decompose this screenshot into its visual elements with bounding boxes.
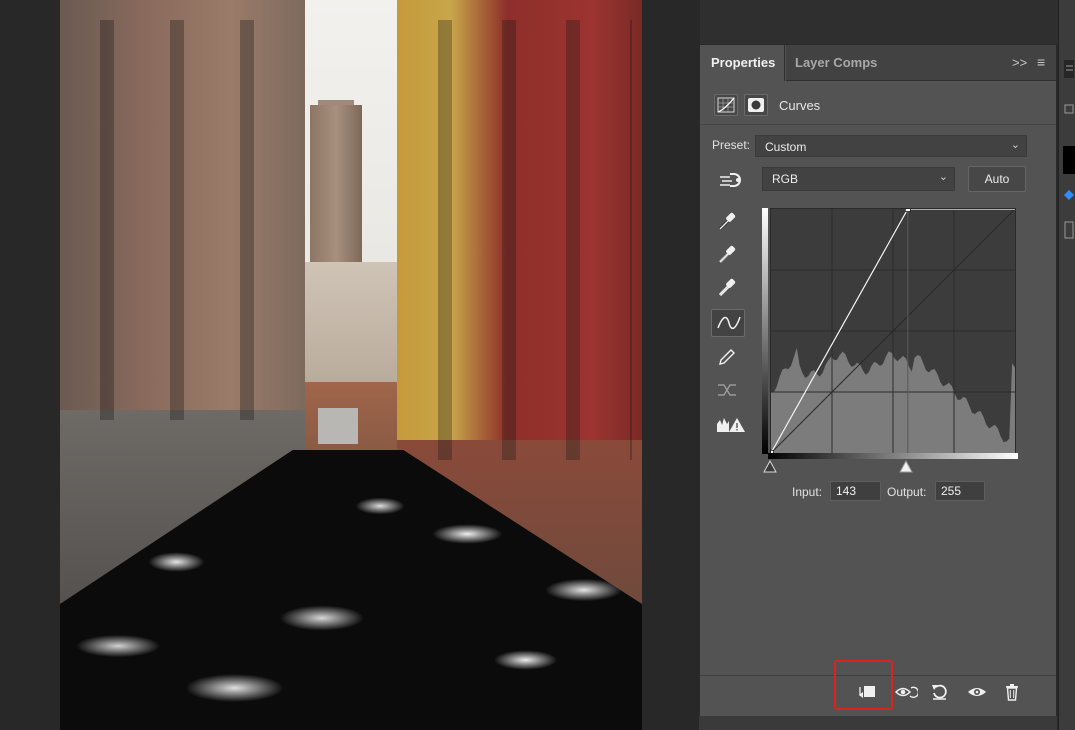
curves-adjustment-icon[interactable] <box>714 94 738 116</box>
black-point-slider-icon[interactable] <box>762 460 778 474</box>
panel-strip-icon[interactable] <box>1063 102 1075 116</box>
collapse-panel-icon[interactable]: >> <box>1012 55 1027 70</box>
panel-strip-icon-lower[interactable] <box>1063 220 1075 240</box>
tab-properties[interactable]: Properties <box>700 45 787 82</box>
layer-mask-icon[interactable] <box>744 94 768 116</box>
delete-adjustment-icon <box>1006 684 1018 701</box>
properties-panel: Properties Layer Comps >> ≡ Curves Prese… <box>699 44 1057 717</box>
delete-adjustment-button[interactable] <box>999 680 1027 704</box>
white-eyedropper-icon[interactable] <box>711 273 745 301</box>
channel-dropdown[interactable]: RGB ⌄ <box>762 167 955 191</box>
adjustment-title: Curves <box>779 98 821 113</box>
document-image[interactable] <box>60 0 642 730</box>
pencil-draw-icon[interactable] <box>711 343 745 371</box>
annotation-highlight-box <box>834 660 893 710</box>
white-point-slider-icon[interactable] <box>898 460 914 474</box>
input-label: Input: <box>792 485 823 499</box>
output-gradient-bar <box>762 208 768 454</box>
panel-menu-icon[interactable]: ≡ <box>1037 54 1045 70</box>
toggle-visibility-button[interactable] <box>963 680 991 704</box>
adjustment-header: Curves <box>700 87 1056 125</box>
reset-defaults-icon <box>932 684 947 700</box>
chevron-down-icon: ⌄ <box>938 171 948 183</box>
input-field[interactable]: 143 <box>830 481 881 501</box>
preset-dropdown[interactable]: Custom ⌄ <box>755 135 1027 157</box>
toggle-visibility-icon <box>968 688 986 696</box>
black-eyedropper-icon[interactable] <box>711 207 745 235</box>
foreground-swatch[interactable] <box>1063 146 1075 174</box>
canvas-workspace <box>0 0 700 730</box>
view-previous-state-button[interactable] <box>890 680 918 704</box>
preset-value: Custom <box>765 140 807 154</box>
image-right-windows <box>412 20 632 460</box>
chevron-down-icon: ⌄ <box>1010 139 1020 151</box>
panel-toggle-icon[interactable] <box>1063 58 1075 78</box>
image-left-windows <box>70 20 290 420</box>
image-bell-tower <box>310 105 362 265</box>
gray-eyedropper-icon[interactable] <box>711 240 745 268</box>
preset-label: Preset: <box>712 138 751 152</box>
output-label: Output: <box>887 485 927 499</box>
panel-tab-bar: Properties Layer Comps >> ≡ <box>700 45 1056 82</box>
view-previous-state-icon <box>894 686 918 699</box>
tab-layer-comps[interactable]: Layer Comps <box>784 45 888 81</box>
curve-edit-points-icon[interactable] <box>711 309 745 337</box>
channel-value: RGB <box>772 172 799 186</box>
image-bricked-door <box>318 408 358 444</box>
smooth-curve-icon[interactable] <box>711 376 745 404</box>
panel-bottom-edge <box>699 716 1057 730</box>
image-end-house <box>298 262 398 387</box>
auto-button[interactable]: Auto <box>968 166 1026 192</box>
reset-defaults-button[interactable] <box>926 680 954 704</box>
curves-graph[interactable] <box>770 208 1016 454</box>
auto-options-icon[interactable] <box>713 167 747 195</box>
clipping-warning-icon[interactable] <box>711 411 745 439</box>
right-panel-strip <box>1058 0 1075 730</box>
output-field[interactable]: 255 <box>935 481 985 501</box>
input-gradient-bar <box>768 453 1018 459</box>
accent-diamond-icon[interactable] <box>1063 188 1075 202</box>
dock-top-area <box>700 0 1058 44</box>
